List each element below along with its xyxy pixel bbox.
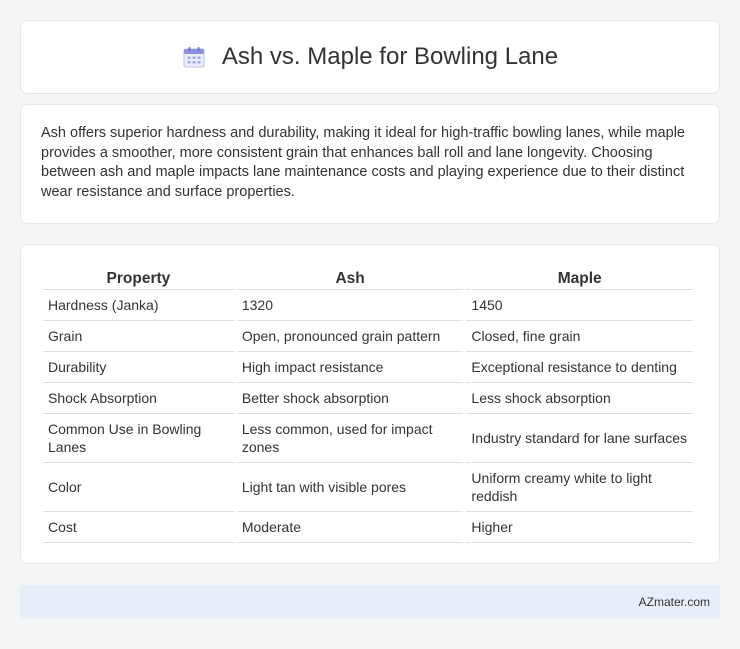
cell-ash: Better shock absorption (236, 383, 464, 414)
cell-ash: High impact resistance (236, 352, 464, 383)
cell-property: Color (43, 463, 234, 512)
header-ash: Ash (236, 265, 464, 290)
table-row: Common Use in Bowling Lanes Less common,… (43, 414, 693, 463)
cell-property: Durability (43, 352, 234, 383)
table-row: Durability High impact resistance Except… (43, 352, 693, 383)
cell-ash: Open, pronounced grain pattern (236, 321, 464, 352)
cell-property: Shock Absorption (43, 383, 234, 414)
cell-maple: Uniform creamy white to light reddish (466, 463, 693, 512)
cell-property: Common Use in Bowling Lanes (43, 414, 234, 463)
cell-property: Cost (43, 512, 234, 543)
cell-ash: Light tan with visible pores (236, 463, 464, 512)
cell-maple: Closed, fine grain (466, 321, 693, 352)
calendar-icon (183, 47, 205, 68)
cell-maple: Exceptional resistance to denting (466, 352, 693, 383)
cell-maple: Higher (466, 512, 693, 543)
cell-property: Hardness (Janka) (43, 290, 234, 321)
cell-maple: Less shock absorption (466, 383, 693, 414)
page-title: Ash vs. Maple for Bowling Lane (221, 43, 559, 70)
header-property: Property (43, 265, 234, 290)
cell-maple: 1450 (466, 290, 693, 321)
title-card: Ash vs. Maple for Bowling Lane (20, 20, 720, 94)
intro-paragraph: Ash offers superior hardness and durabil… (41, 125, 685, 200)
footer-site-link[interactable]: AZmater.com (639, 595, 710, 609)
comparison-table: Property Ash Maple Hardness (Janka) 1320… (40, 265, 696, 543)
table-row: Shock Absorption Better shock absorption… (43, 383, 693, 414)
cell-property: Grain (43, 321, 234, 352)
table-row: Color Light tan with visible pores Unifo… (43, 463, 693, 512)
footer: AZmater.com (20, 585, 720, 618)
table-card: Property Ash Maple Hardness (Janka) 1320… (20, 244, 720, 564)
table-header-row: Property Ash Maple (43, 265, 693, 290)
table-row: Cost Moderate Higher (43, 512, 693, 543)
cell-ash: Moderate (236, 512, 464, 543)
cell-maple: Industry standard for lane surfaces (466, 414, 693, 463)
table-row: Grain Open, pronounced grain pattern Clo… (43, 321, 693, 352)
title-wrap: Ash vs. Maple for Bowling Lane (182, 43, 558, 71)
header-maple: Maple (466, 265, 693, 290)
table-row: Hardness (Janka) 1320 1450 (43, 290, 693, 321)
intro-card: Ash offers superior hardness and durabil… (20, 104, 720, 224)
cell-ash: 1320 (236, 290, 464, 321)
cell-ash: Less common, used for impact zones (236, 414, 464, 463)
